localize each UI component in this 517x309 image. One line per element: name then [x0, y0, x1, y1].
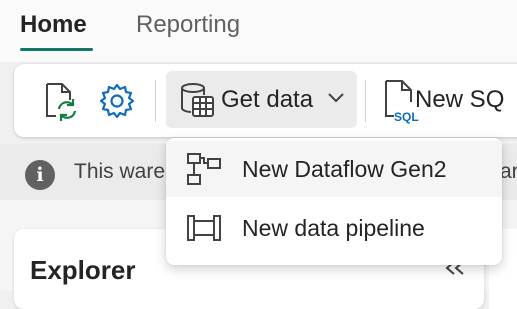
toolbar-separator — [155, 80, 156, 122]
dataflow-icon — [187, 153, 221, 185]
explorer-title: Explorer — [30, 255, 136, 285]
tab-selected-indicator — [20, 48, 93, 51]
menu-item-new-data-pipeline[interactable]: New data pipeline — [166, 200, 502, 256]
toolbar-separator — [365, 80, 366, 122]
refresh-button[interactable] — [40, 80, 80, 122]
gear-icon — [99, 83, 135, 119]
ribbon-tab-bar: Home Reporting — [0, 0, 517, 62]
pipeline-icon — [187, 215, 221, 241]
new-sql-query-label: New SQ — [415, 86, 505, 113]
menu-item-label: New Dataflow Gen2 — [242, 156, 447, 182]
info-message-tail: ar — [500, 160, 517, 183]
menu-item-new-dataflow-gen2[interactable]: New Dataflow Gen2 — [166, 141, 502, 197]
tab-reporting[interactable]: Reporting — [136, 10, 240, 40]
settings-button[interactable] — [98, 82, 136, 120]
get-data-menu: New Dataflow Gen2 New data pipeline — [166, 138, 502, 265]
document-refresh-icon — [46, 83, 77, 121]
get-data-button[interactable]: Get data — [166, 71, 357, 128]
info-message: This ware — [74, 160, 166, 183]
get-data-label: Get data — [221, 86, 314, 113]
menu-item-label: New data pipeline — [242, 215, 425, 241]
database-table-icon — [181, 83, 214, 117]
tab-home[interactable]: Home — [20, 10, 87, 40]
info-icon: i — [25, 160, 55, 190]
chevron-down-icon — [328, 93, 344, 103]
